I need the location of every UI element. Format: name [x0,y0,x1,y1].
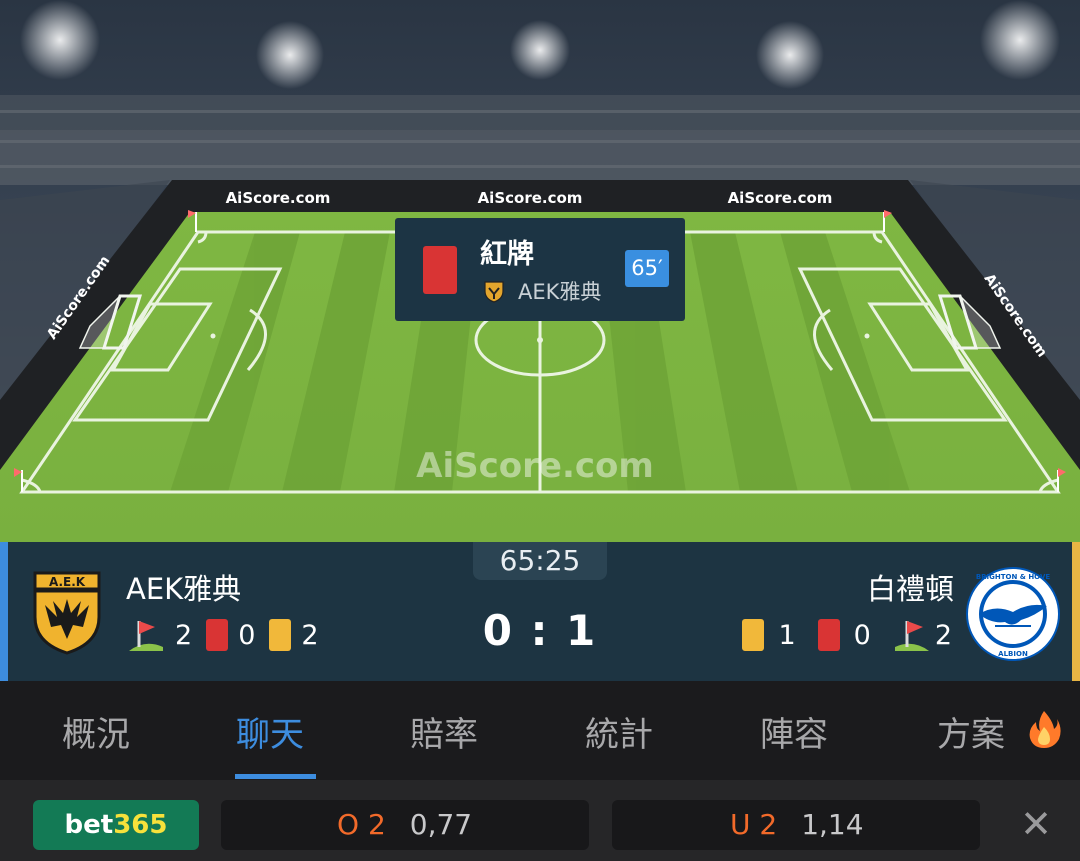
home-team-name: AEK雅典 [126,572,242,606]
match-tracker: AiScore.com AiScore.com AiScore.com AiSc… [0,0,1080,542]
under-odds-value: 1,14 [801,808,864,841]
over-odds-value: 0,77 [409,808,473,841]
home-corners-count: 2 [175,619,193,651]
home-corners: 2 [127,617,192,653]
tab-tips[interactable]: 方案 [937,707,1005,757]
bet365-button[interactable]: bet365 [33,800,199,850]
match-clock: 65:25 [473,542,607,580]
away-accent-bar [1072,542,1080,681]
away-yellow-cards: 1 [742,619,805,651]
match-score: 0 : 1 [482,606,598,655]
yellow-card-icon [742,619,765,651]
svg-text:A.E.K: A.E.K [49,575,86,589]
home-accent-bar [0,542,8,681]
active-tab-indicator [235,774,316,779]
away-team-name: 白禮頓 [866,572,954,606]
tab-stats[interactable]: 統計 [585,707,653,757]
watermark-top-center: AiScore.com [478,189,583,207]
corner-flag-icon [129,621,163,651]
watermark-top-right: AiScore.com [728,189,833,207]
away-yellow-count: 1 [778,619,796,651]
event-popup: 紅牌 AEK雅典 65′ [395,218,685,321]
away-corners-count: 2 [934,619,952,651]
aek-logo-icon: A.E.K [33,571,101,655]
away-stats: 1 0 2 [730,617,952,653]
match-tabs: 概況 聊天 賠率 統計 陣容 方案 [0,681,1080,780]
watermark-top-left: AiScore.com [226,189,331,207]
odds-bar: bet365 O 2 0,77 U 2 1,14 ✕ [0,780,1080,861]
watermark-pitch: AiScore.com [416,446,654,486]
corner-flag-icon [894,621,929,651]
away-red-count: 0 [853,619,871,651]
over-line-label: O 2 [337,808,386,841]
tab-lineup[interactable]: 陣容 [760,707,828,757]
scoreboard: 65:25 A.E.K AEK雅典 2 0 2 0 : 1 1 0 2 白禮頓 … [0,542,1080,681]
bookmaker-name-part2: 365 [113,810,168,840]
svg-text:ALBION: ALBION [998,650,1028,658]
brighton-logo-icon: BRIGHTON & HOVE ALBION [966,567,1060,661]
home-stats: 2 0 2 [127,617,333,653]
home-red-cards: 0 [206,619,255,651]
tab-odds[interactable]: 賠率 [410,707,478,757]
red-card-icon [817,619,840,651]
event-title: 紅牌 [480,239,534,270]
red-card-icon [206,619,229,651]
away-corners: 2 [893,617,952,653]
away-red-cards: 0 [817,619,881,651]
home-yellow-count: 2 [301,619,319,651]
tab-overview[interactable]: 概況 [62,707,130,757]
tab-chat[interactable]: 聊天 [236,707,304,757]
fire-icon [1029,711,1061,748]
under-odds-button[interactable]: U 2 1,14 [612,800,980,850]
yellow-card-icon [269,619,292,651]
event-minute-badge: 65′ [625,250,669,287]
svg-text:BRIGHTON & HOVE: BRIGHTON & HOVE [976,573,1051,581]
close-icon[interactable]: ✕ [1016,804,1056,844]
red-card-icon [423,246,457,294]
event-team-name: AEK雅典 [518,280,602,304]
home-yellow-cards: 2 [269,619,319,651]
home-red-count: 0 [238,619,256,651]
over-odds-button[interactable]: O 2 0,77 [221,800,589,850]
under-line-label: U 2 [730,808,778,841]
bookmaker-name-part1: bet [64,810,114,840]
aek-logo-icon [484,281,504,303]
